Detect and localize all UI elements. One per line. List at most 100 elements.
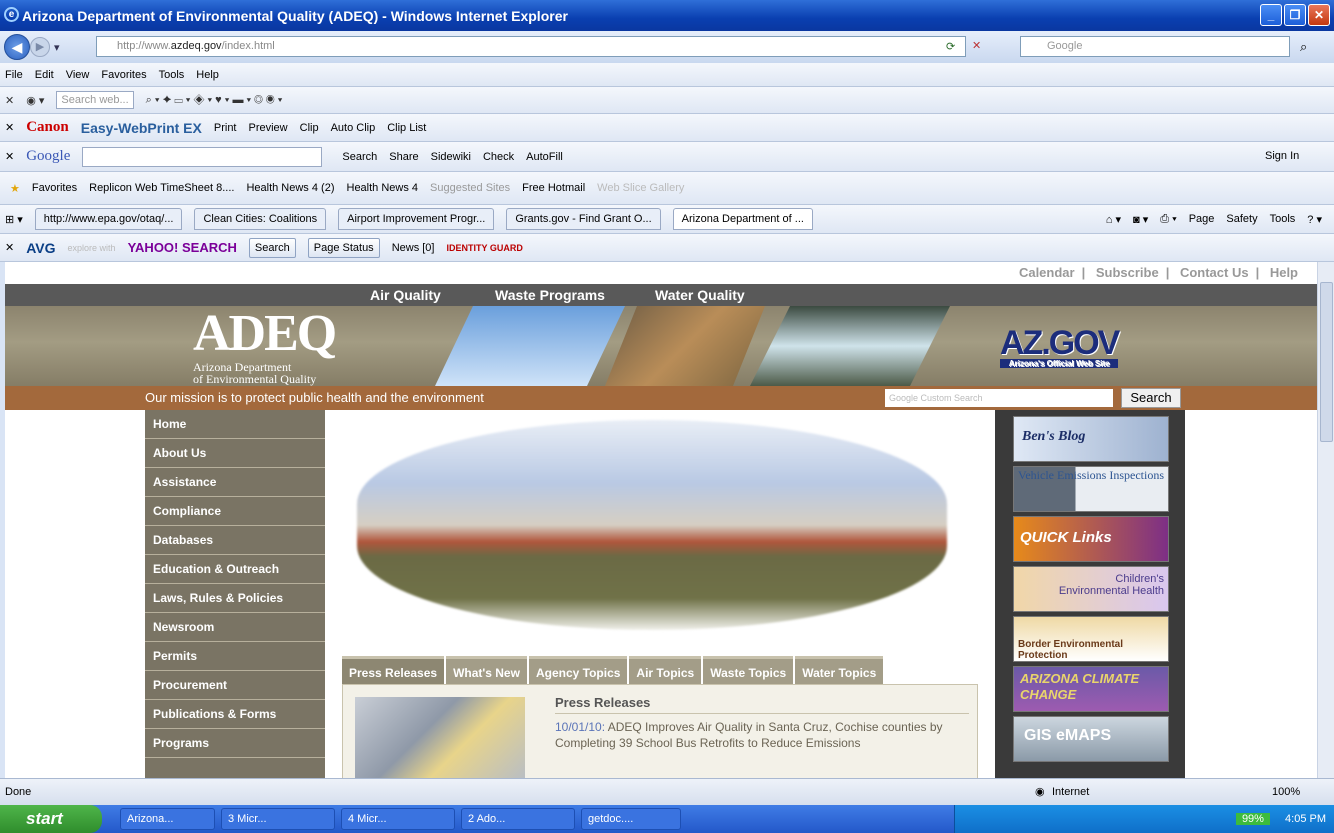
close-toolbar-icon[interactable]: ✕ xyxy=(5,94,14,107)
left-nav-about-us[interactable]: About Us xyxy=(145,439,325,468)
battery-level[interactable]: 99% xyxy=(1235,813,1270,825)
menu-edit[interactable]: Edit xyxy=(35,69,54,81)
quick-tabs-icon[interactable]: ⊞ ▾ xyxy=(5,213,23,226)
promo-bens-blog[interactable]: Ben's Blog xyxy=(1013,416,1169,462)
task-outlook[interactable]: 4 Micr... xyxy=(341,808,455,830)
clip-list-button[interactable]: Clip List xyxy=(387,122,426,134)
recent-pages-dropdown[interactable]: ▾ xyxy=(54,41,60,54)
search-icon[interactable]: ⌕ xyxy=(1300,39,1307,55)
left-nav-laws[interactable]: Laws, Rules & Policies xyxy=(145,584,325,613)
favorite-replicon[interactable]: Replicon Web TimeSheet 8.... xyxy=(89,182,234,194)
menu-view[interactable]: View xyxy=(66,69,90,81)
feeds-icon[interactable]: ◙ ▾ xyxy=(1133,213,1148,226)
nav-waste-programs[interactable]: Waste Programs xyxy=(495,284,605,306)
menu-tools[interactable]: Tools xyxy=(159,69,185,81)
google-sidewiki-button[interactable]: Sidewiki xyxy=(431,151,471,163)
nav-water-quality[interactable]: Water Quality xyxy=(655,284,745,306)
left-nav-home[interactable]: Home xyxy=(145,410,325,439)
clock[interactable]: 4:05 PM xyxy=(1285,813,1326,825)
clip-button[interactable]: Clip xyxy=(300,122,319,134)
toolbar-icons[interactable]: ⌕ ▾ ✦ ▭ ▾ ◈ ▾ ♥ ▾ ▬ ▾ ◎ ◉ ▾ xyxy=(146,94,283,107)
search-input[interactable]: Google xyxy=(1020,36,1290,57)
util-contact-link[interactable]: Contact Us xyxy=(1180,265,1249,280)
zoom-level[interactable]: 100% xyxy=(1272,779,1300,806)
web-search-input[interactable]: Search web... xyxy=(56,91,134,109)
tab-agency-topics[interactable]: Agency Topics xyxy=(528,656,628,684)
promo-vehicle-emissions[interactable]: Vehicle Emissions Inspections xyxy=(1013,466,1169,512)
promo-quick-links[interactable]: QUICK Links xyxy=(1013,516,1169,562)
avg-logo[interactable]: AVG xyxy=(26,240,55,256)
google-autofill-button[interactable]: AutoFill xyxy=(526,151,563,163)
favorites-button[interactable]: Favorites xyxy=(32,182,77,194)
left-nav-newsroom[interactable]: Newsroom xyxy=(145,613,325,642)
tab-whats-new[interactable]: What's New xyxy=(446,656,527,684)
yahoo-search-input[interactable]: YAHOO! SEARCH xyxy=(128,240,237,255)
page-menu[interactable]: Page xyxy=(1189,213,1215,225)
close-toolbar-icon[interactable]: ✕ xyxy=(5,241,14,254)
press-item[interactable]: 10/01/10: ADEQ Improves Air Quality in S… xyxy=(555,719,975,751)
google-sign-in[interactable]: Sign In xyxy=(1265,150,1299,162)
tab-clean-cities[interactable]: Clean Cities: Coalitions xyxy=(194,208,327,230)
nav-air-quality[interactable]: Air Quality xyxy=(370,284,441,306)
menu-help[interactable]: Help xyxy=(196,69,219,81)
preview-button[interactable]: Preview xyxy=(249,122,288,134)
scrollbar-thumb[interactable] xyxy=(1320,282,1333,442)
left-nav-permits[interactable]: Permits xyxy=(145,642,325,671)
identity-guard-logo[interactable]: IDENTITY GUARD xyxy=(446,243,522,253)
close-toolbar-icon[interactable]: ✕ xyxy=(5,121,14,134)
google-check-button[interactable]: Check xyxy=(483,151,514,163)
util-help-link[interactable]: Help xyxy=(1270,265,1298,280)
google-search-input[interactable] xyxy=(82,146,323,167)
tab-adeq-active[interactable]: Arizona Department of ... xyxy=(672,208,813,230)
close-button[interactable]: ✕ xyxy=(1308,4,1330,26)
minimize-button[interactable]: _ xyxy=(1260,4,1282,26)
promo-border-protection[interactable]: Border Environmental Protection xyxy=(1013,616,1169,662)
vertical-scrollbar[interactable] xyxy=(1317,262,1334,778)
adeq-logo[interactable]: ADEQ Arizona Department of Environmental… xyxy=(193,306,353,386)
easy-webprint-menu[interactable]: Easy-WebPrint EX xyxy=(81,120,202,136)
google-search-button[interactable]: Search xyxy=(342,151,377,163)
menu-favorites[interactable]: Favorites xyxy=(101,69,146,81)
close-toolbar-icon[interactable]: ✕ xyxy=(5,150,14,163)
tab-water-topics[interactable]: Water Topics xyxy=(795,656,884,684)
promo-childrens-health[interactable]: Children's Environmental Health xyxy=(1013,566,1169,612)
favorite-health-news[interactable]: Health News 4 xyxy=(347,182,419,194)
print-icon[interactable]: ⎙ ▾ xyxy=(1160,213,1176,226)
back-button[interactable]: ◀ xyxy=(4,34,30,60)
favorite-free-hotmail[interactable]: Free Hotmail xyxy=(522,182,585,194)
task-word[interactable]: 3 Micr... xyxy=(221,808,335,830)
tab-waste-topics[interactable]: Waste Topics xyxy=(703,656,794,684)
news-button[interactable]: News [0] xyxy=(392,242,435,254)
print-button[interactable]: Print xyxy=(214,122,237,134)
favorite-health-news-2[interactable]: Health News 4 (2) xyxy=(246,182,334,194)
tab-air-topics[interactable]: Air Topics xyxy=(629,656,702,684)
auto-clip-button[interactable]: Auto Clip xyxy=(331,122,376,134)
forward-button[interactable]: ▶ xyxy=(30,37,50,57)
left-nav-publications[interactable]: Publications & Forms xyxy=(145,700,325,729)
left-nav-education[interactable]: Education & Outreach xyxy=(145,555,325,584)
refresh-icon[interactable]: ⟳ xyxy=(946,40,955,53)
tab-epa[interactable]: http://www.epa.gov/otaq/... xyxy=(34,208,183,230)
task-getdoc[interactable]: getdoc.... xyxy=(581,808,681,830)
promo-gis-emaps[interactable]: GIS eMAPS xyxy=(1013,716,1169,762)
left-nav-compliance[interactable]: Compliance xyxy=(145,497,325,526)
custom-search-input[interactable]: Google Custom Search xyxy=(885,389,1113,407)
left-nav-programs[interactable]: Programs xyxy=(145,729,325,758)
avg-search-button[interactable]: Search xyxy=(248,237,296,258)
left-nav-procurement[interactable]: Procurement xyxy=(145,671,325,700)
tab-press-releases[interactable]: Press Releases xyxy=(342,656,445,684)
left-nav-databases[interactable]: Databases xyxy=(145,526,325,555)
page-status-button[interactable]: Page Status xyxy=(307,237,380,258)
left-nav-assistance[interactable]: Assistance xyxy=(145,468,325,497)
tab-grants[interactable]: Grants.gov - Find Grant O... xyxy=(506,208,661,230)
util-calendar-link[interactable]: Calendar xyxy=(1019,265,1075,280)
start-button[interactable]: start xyxy=(0,805,102,833)
azgov-logo[interactable]: AZ.GOV Arizona's Official Web Site xyxy=(1000,324,1120,368)
restore-button[interactable]: ❐ xyxy=(1284,4,1306,26)
promo-climate-change[interactable]: ARIZONA CLIMATE CHANGE xyxy=(1013,666,1169,712)
site-search-button[interactable]: Search xyxy=(1121,388,1181,408)
url-input[interactable]: http://www.azdeq.gov/index.html xyxy=(96,36,966,57)
task-acrobat[interactable]: 2 Ado... xyxy=(461,808,575,830)
help-icon[interactable]: ? ▾ xyxy=(1307,213,1322,226)
home-icon[interactable]: ⌂ ▾ xyxy=(1106,213,1121,226)
